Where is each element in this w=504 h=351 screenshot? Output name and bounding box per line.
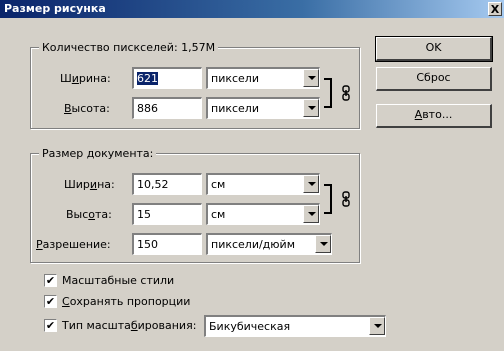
pixel-height-value: 886 <box>137 102 158 115</box>
constrain-proportions-checkbox[interactable]: ✔ <box>44 295 57 308</box>
resolution-input[interactable]: 150 <box>132 233 202 255</box>
pixel-width-label-accel: и <box>71 72 79 85</box>
pixel-height-label: Высота: <box>64 102 110 115</box>
resample-label-rest: ирования: <box>137 319 197 332</box>
pixel-height-label-rest: ысота: <box>71 102 110 115</box>
resample-method-select[interactable]: Бикубическая <box>204 315 386 337</box>
doc-width-label: Ширина: <box>64 178 115 191</box>
pixel-width-input[interactable]: 621 <box>132 67 202 89</box>
pixel-height-label-accel: В <box>64 102 72 115</box>
constrain-label-accel: С <box>62 295 70 308</box>
close-icon[interactable]: X <box>488 2 502 16</box>
resolution-label: Разрешение: <box>36 238 111 251</box>
chain-link-icon <box>342 191 350 207</box>
resolution-unit-select[interactable]: пиксели/дюйм <box>206 233 332 255</box>
doc-width-label-part: Шир <box>64 178 90 191</box>
pixel-dimensions-legend: Количество пискселей: 1,57M <box>39 41 219 54</box>
resample-label-accel: б <box>130 319 138 332</box>
doc-width-unit-value: см <box>211 178 226 191</box>
doc-height-unit-select[interactable]: см <box>206 203 320 225</box>
doc-width-value: 10,52 <box>137 178 169 191</box>
pixel-width-unit-select[interactable]: пиксели <box>206 67 320 89</box>
scale-styles-checkbox[interactable]: ✔ <box>44 274 57 287</box>
pixel-width-label-rest: рина: <box>78 72 111 85</box>
chevron-down-icon[interactable] <box>303 175 319 193</box>
doc-width-label-accel: и <box>89 178 98 191</box>
chevron-down-icon[interactable] <box>369 317 385 335</box>
chain-link-icon <box>342 85 350 101</box>
doc-height-label: Высота: <box>66 208 112 221</box>
resample-label-part: Тип масшта <box>62 319 131 332</box>
resolution-value: 150 <box>137 238 158 251</box>
doc-width-unit-select[interactable]: см <box>206 173 320 195</box>
title-bar: Размер рисунка X <box>0 0 504 18</box>
window-title: Размер рисунка <box>4 2 106 15</box>
scale-styles-label: Масштабные стили <box>62 274 175 287</box>
doc-height-unit-value: см <box>211 208 226 221</box>
doc-height-label-rest: та: <box>95 208 112 221</box>
doc-height-value: 15 <box>137 208 151 221</box>
doc-constrain-bracket <box>324 184 332 214</box>
ok-button[interactable]: OK <box>375 36 493 62</box>
pixel-height-unit-select[interactable]: пиксели <box>206 97 320 119</box>
pixel-height-unit-value: пиксели <box>211 102 259 115</box>
pixel-width-label-part: Ш <box>60 72 72 85</box>
doc-width-label-rest: на: <box>97 178 115 191</box>
resolution-label-rest: азрешение: <box>42 238 111 251</box>
pixel-width-label: Ширина: <box>60 72 111 85</box>
doc-height-label-accel: о <box>88 208 96 221</box>
reset-button[interactable]: Сброс <box>376 67 492 91</box>
resample-label: Тип масштабирования: <box>62 319 196 332</box>
chevron-down-icon[interactable] <box>303 205 319 223</box>
constrain-label-rest: охранять пропорции <box>69 295 191 308</box>
pixel-constrain-bracket <box>324 78 332 108</box>
auto-button[interactable]: Авто... <box>376 104 492 128</box>
doc-height-label-part: Выс <box>66 208 89 221</box>
auto-button-rest: вто... <box>422 108 453 121</box>
document-size-legend: Размер документа: <box>39 147 157 160</box>
chevron-down-icon[interactable] <box>303 99 319 117</box>
doc-height-input[interactable]: 15 <box>132 203 202 225</box>
chevron-down-icon[interactable] <box>315 235 331 253</box>
constrain-proportions-label: Сохранять пропорции <box>62 295 190 308</box>
pixel-width-value: 621 <box>137 72 158 85</box>
resample-method-value: Бикубическая <box>209 320 291 333</box>
resample-checkbox[interactable]: ✔ <box>44 319 57 332</box>
resolution-unit-value: пиксели/дюйм <box>211 238 295 251</box>
doc-width-input[interactable]: 10,52 <box>132 173 202 195</box>
chevron-down-icon[interactable] <box>303 69 319 87</box>
pixel-width-unit-value: пиксели <box>211 72 259 85</box>
pixel-height-input[interactable]: 886 <box>132 97 202 119</box>
resolution-label-accel: Р <box>36 238 43 251</box>
